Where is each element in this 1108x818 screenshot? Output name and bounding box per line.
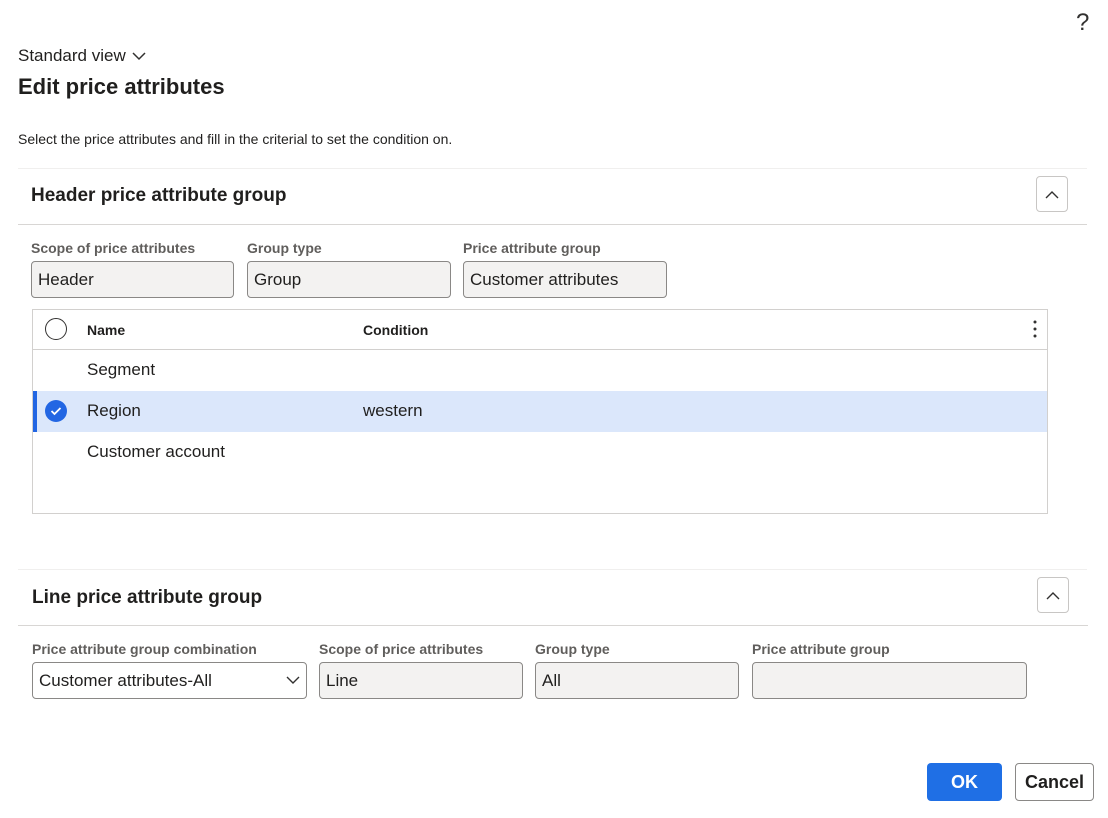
cancel-button[interactable]: Cancel bbox=[1015, 763, 1094, 801]
header-group-type-label: Group type bbox=[247, 240, 322, 256]
header-price-attribute-group-field: Customer attributes bbox=[463, 261, 667, 298]
line-group-divider bbox=[18, 625, 1088, 626]
row-name: Segment bbox=[87, 360, 156, 379]
chevron-down-icon bbox=[286, 676, 300, 684]
header-scope-field: Header bbox=[31, 261, 234, 298]
view-selector[interactable]: Standard view bbox=[18, 46, 146, 66]
line-group-type-field: All bbox=[535, 662, 739, 699]
grid-header: Name Condition bbox=[33, 310, 1047, 350]
line-group-title: Line price attribute group bbox=[32, 587, 263, 608]
line-price-attribute-group-field bbox=[752, 662, 1027, 699]
column-header-name[interactable]: Name bbox=[87, 322, 125, 338]
line-combination-label: Price attribute group combination bbox=[32, 641, 257, 657]
section-top-divider bbox=[18, 569, 1087, 570]
chevron-up-icon bbox=[1045, 190, 1059, 198]
table-row-selected[interactable]: Region western bbox=[33, 391, 1047, 432]
section-top-divider bbox=[18, 168, 1087, 169]
line-price-attribute-group-label: Price attribute group bbox=[752, 641, 890, 657]
chevron-down-icon bbox=[132, 52, 146, 61]
line-scope-label: Scope of price attributes bbox=[319, 641, 484, 657]
chevron-up-icon bbox=[1046, 591, 1060, 599]
header-group-type-field: Group bbox=[247, 261, 451, 298]
line-group-collapse-button[interactable] bbox=[1037, 577, 1069, 613]
header-group-divider bbox=[18, 224, 1087, 225]
table-row[interactable]: Segment bbox=[33, 350, 1047, 391]
page-title: Edit price attributes bbox=[18, 74, 225, 99]
line-scope-field: Line bbox=[319, 662, 523, 699]
ok-button[interactable]: OK bbox=[927, 763, 1002, 801]
header-price-attribute-group-label: Price attribute group bbox=[463, 240, 601, 256]
column-header-condition[interactable]: Condition bbox=[363, 322, 428, 338]
row-condition[interactable]: western bbox=[363, 401, 423, 421]
select-all-radio[interactable] bbox=[45, 318, 67, 340]
line-combination-value: Customer attributes-All bbox=[39, 670, 212, 690]
row-checked-icon[interactable] bbox=[45, 400, 67, 422]
view-label: Standard view bbox=[18, 46, 126, 65]
row-name: Region bbox=[87, 401, 141, 420]
table-row[interactable]: Customer account bbox=[33, 432, 1047, 473]
header-group-title: Header price attribute group bbox=[31, 185, 287, 206]
instruction-text: Select the price attributes and fill in … bbox=[18, 131, 453, 147]
help-icon[interactable]: ? bbox=[1076, 9, 1089, 37]
price-attributes-grid: Name Condition Segment Region western Cu… bbox=[32, 309, 1048, 514]
line-group-type-label: Group type bbox=[535, 641, 610, 657]
row-name: Customer account bbox=[87, 442, 225, 461]
more-options-icon[interactable] bbox=[1033, 320, 1037, 338]
header-group-collapse-button[interactable] bbox=[1036, 176, 1068, 212]
header-scope-label: Scope of price attributes bbox=[31, 240, 196, 256]
checkmark-icon bbox=[50, 407, 62, 416]
line-combination-dropdown[interactable]: Customer attributes-All bbox=[32, 662, 307, 699]
